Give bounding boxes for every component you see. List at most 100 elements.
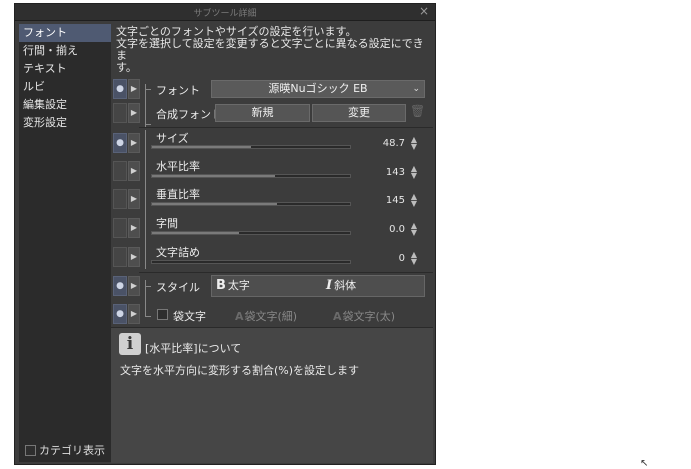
bold-label: 太字 — [227, 279, 250, 292]
spinner-icon[interactable]: ▲ ▼ — [409, 136, 419, 151]
composite-font-change-button[interactable]: 変更 — [312, 104, 406, 122]
character-spacing-value[interactable]: 0.0 — [365, 224, 405, 235]
triangle-right-icon[interactable]: ▶ — [128, 161, 140, 181]
description-line: す。 — [116, 61, 137, 74]
triangle-right-icon[interactable]: ▶ — [128, 247, 140, 267]
vertical-scale-slider[interactable] — [151, 202, 351, 206]
help-title: [水平比率]について — [145, 342, 242, 355]
sidebar-item-edit-settings[interactable]: 編集設定 — [19, 96, 111, 114]
eye-icon[interactable] — [113, 189, 127, 209]
style-toggle-group: B 太字 I 斜体 — [211, 275, 425, 297]
outline-a-icon: A — [235, 310, 244, 323]
divider — [139, 127, 433, 128]
outline-thin-label: 袋文字(細) — [244, 310, 298, 323]
size-label: サイズ — [156, 132, 189, 145]
size-slider[interactable] — [151, 145, 351, 149]
eye-icon[interactable]: ● — [113, 304, 127, 324]
category-description: 文字ごとのフォントやサイズの設定を行います。 文字を選択して設定を変更すると文字… — [116, 26, 428, 74]
property-row-composite-font: ▶ 合成フォント 新規 変更 🗑 — [111, 102, 433, 125]
triangle-right-icon[interactable]: ▶ — [128, 218, 140, 238]
eye-icon[interactable]: ● — [113, 276, 127, 296]
italic-button[interactable]: I 斜体 — [326, 278, 356, 294]
property-row-horizontal-scale: ▶ 水平比率 143 ▲ ▼ — [111, 158, 433, 184]
bold-button[interactable]: B 太字 — [216, 278, 250, 294]
property-row-size: ● ▶ サイズ 48.7 ▲ ▼ — [111, 130, 433, 248]
property-row-style: ● ▶ スタイル B 太字 I 斜体 — [111, 274, 433, 316]
outline-thick-button[interactable]: A袋文字(太) — [333, 308, 395, 324]
tree-connector — [145, 89, 151, 90]
outline-checkbox[interactable] — [157, 309, 168, 320]
window-title: サブツール詳細 — [193, 9, 257, 19]
mouse-cursor-icon: ↖ — [640, 458, 649, 469]
sidebar-item-font[interactable]: フォント — [19, 24, 111, 42]
sidebar-item-transform-settings[interactable]: 変形設定 — [19, 114, 111, 132]
subtool-detail-window: サブツール詳細 × フォント 行間・揃え テキスト ルビ 編集設定 変形設定 カ… — [14, 3, 436, 465]
help-panel: i [水平比率]について 文字を水平方向に変形する割合(%)を設定します — [111, 327, 433, 463]
eye-icon[interactable]: ● — [113, 133, 127, 153]
property-row-outline: ● ▶ 袋文字 A袋文字(細) A袋文字(太) — [111, 302, 433, 326]
size-value[interactable]: 48.7 — [365, 138, 405, 149]
italic-label: 斜体 — [334, 279, 357, 292]
property-row-font: ● ▶ フォント 源暎Nuゴシック EB ⌄ — [111, 78, 433, 128]
property-panel: ● ▶ フォント 源暎Nuゴシック EB ⌄ ▶ 合成フォント 新規 変更 🗑 … — [111, 74, 433, 326]
outline-thin-button[interactable]: A袋文字(細) — [235, 308, 297, 324]
bold-icon: B — [216, 278, 226, 293]
tree-connector — [145, 316, 151, 317]
close-icon[interactable]: × — [419, 4, 429, 18]
spinner-icon[interactable]: ▲ ▼ — [409, 193, 419, 208]
sidebar-item-ruby[interactable]: ルビ — [19, 78, 111, 96]
tree-connector — [145, 286, 151, 287]
category-display-label: カテゴリ表示 — [39, 444, 105, 457]
triangle-right-icon[interactable]: ▶ — [128, 276, 140, 296]
horizontal-scale-value[interactable]: 143 — [365, 167, 405, 178]
description-line: 文字を選択して設定を変更すると文字ごとに異なる設定にできま — [116, 37, 424, 62]
vertical-scale-value[interactable]: 145 — [365, 195, 405, 206]
property-row-character-spacing: ▶ 字間 0.0 ▲ ▼ — [111, 215, 433, 269]
eye-icon[interactable] — [113, 247, 127, 267]
character-spacing-slider[interactable] — [151, 231, 351, 235]
divider — [139, 272, 433, 273]
composite-font-new-button[interactable]: 新規 — [215, 104, 310, 122]
character-spacing-label: 字間 — [156, 217, 178, 230]
horizontal-scale-label: 水平比率 — [156, 160, 200, 173]
title-bar[interactable]: サブツール詳細 × — [15, 4, 435, 21]
triangle-right-icon[interactable]: ▶ — [128, 133, 140, 153]
chevron-down-icon: ⌄ — [412, 84, 420, 94]
category-sidebar: フォント 行間・揃え テキスト ルビ 編集設定 変形設定 カテゴリ表示 — [19, 24, 111, 462]
eye-icon[interactable] — [113, 218, 127, 238]
tree-connector — [145, 124, 151, 125]
help-body: 文字を水平方向に変形する割合(%)を設定します — [120, 364, 360, 377]
style-label: スタイル — [156, 281, 200, 294]
eye-icon[interactable]: ● — [113, 79, 127, 99]
font-select-value: 源暎Nuゴシック EB — [268, 82, 368, 95]
composite-font-label: 合成フォント — [156, 108, 222, 121]
eye-icon[interactable] — [113, 103, 127, 123]
category-display-toggle[interactable]: カテゴリ表示 — [25, 442, 105, 458]
vertical-scale-label: 垂直比率 — [156, 188, 200, 201]
triangle-right-icon[interactable]: ▶ — [128, 304, 140, 324]
trash-icon[interactable]: 🗑 — [410, 104, 425, 118]
tracking-slider[interactable] — [151, 260, 351, 264]
tracking-value[interactable]: 0 — [365, 253, 405, 264]
sidebar-item-text[interactable]: テキスト — [19, 60, 111, 78]
property-row-vertical-scale: ▶ 垂直比率 145 ▲ ▼ — [111, 186, 433, 212]
font-label: フォント — [156, 84, 200, 97]
triangle-right-icon[interactable]: ▶ — [128, 189, 140, 209]
spinner-icon[interactable]: ▲ ▼ — [409, 222, 419, 237]
font-select[interactable]: 源暎Nuゴシック EB ⌄ — [211, 80, 425, 98]
outline-a-icon: A — [333, 310, 342, 323]
property-row-tracking: ▶ 文字詰め 0 ▲ ▼ — [111, 244, 433, 270]
tracking-label: 文字詰め — [156, 246, 200, 259]
spinner-icon[interactable]: ▲ ▼ — [409, 165, 419, 180]
italic-icon: I — [326, 278, 333, 293]
sidebar-item-line-spacing[interactable]: 行間・揃え — [19, 42, 111, 60]
outline-label: 袋文字 — [173, 310, 206, 323]
outline-thick-label: 袋文字(太) — [342, 310, 396, 323]
triangle-right-icon[interactable]: ▶ — [128, 79, 140, 99]
spinner-icon[interactable]: ▲ ▼ — [409, 251, 419, 266]
triangle-right-icon[interactable]: ▶ — [128, 103, 140, 123]
category-display-checkbox[interactable] — [25, 444, 36, 456]
horizontal-scale-slider[interactable] — [151, 174, 351, 178]
info-icon: i — [119, 333, 141, 355]
eye-icon[interactable] — [113, 161, 127, 181]
